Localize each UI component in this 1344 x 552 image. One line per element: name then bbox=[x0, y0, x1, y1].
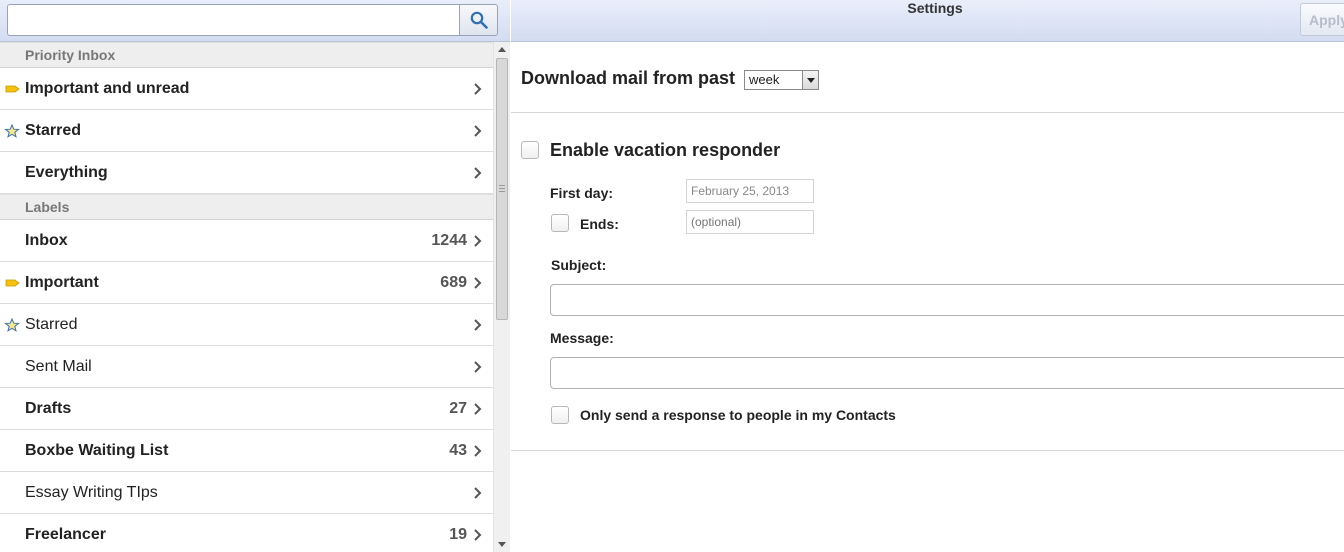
navigation-pane: Priority Inbox Important and unread Star… bbox=[0, 0, 510, 552]
nav-item-drafts[interactable]: Drafts 27 bbox=[0, 388, 493, 430]
search-icon bbox=[470, 11, 488, 29]
nav-item-label: Everything bbox=[25, 164, 108, 181]
label-list: Priority Inbox Important and unread Star… bbox=[0, 42, 493, 552]
page-title: Settings bbox=[907, 0, 963, 16]
chevron-right-icon bbox=[474, 445, 482, 457]
scroll-up-arrow-icon[interactable] bbox=[494, 42, 510, 56]
settings-header: Settings Apply bbox=[511, 0, 1344, 42]
unread-count: 1244 bbox=[431, 232, 467, 249]
download-mail-label: Download mail from past bbox=[521, 68, 736, 88]
nav-item-important-and-unread[interactable]: Important and unread bbox=[0, 68, 493, 110]
ends-input[interactable] bbox=[686, 210, 814, 234]
scrollbar-thumb[interactable] bbox=[496, 58, 508, 320]
download-period-value: week bbox=[749, 72, 780, 87]
chevron-right-icon bbox=[474, 125, 482, 137]
contacts-only-checkbox[interactable] bbox=[551, 406, 569, 424]
ends-checkbox[interactable] bbox=[551, 214, 569, 232]
dropdown-arrow-icon bbox=[802, 71, 818, 89]
nav-item-important[interactable]: Important 689 bbox=[0, 262, 493, 304]
section-divider bbox=[511, 450, 1344, 451]
nav-item-label: Important bbox=[25, 274, 99, 291]
chevron-right-icon bbox=[474, 277, 482, 289]
first-day-label: First day: bbox=[550, 185, 614, 201]
contacts-only-label: Only send a response to people in my Con… bbox=[580, 407, 896, 423]
chevron-right-icon bbox=[474, 361, 482, 373]
chevron-right-icon bbox=[474, 167, 482, 179]
nav-item-label: Inbox bbox=[25, 232, 68, 249]
section-header-priority-inbox: Priority Inbox bbox=[0, 42, 493, 68]
vacation-responder-label: Enable vacation responder bbox=[550, 140, 781, 160]
important-tag-icon bbox=[5, 85, 20, 93]
nav-item-essay-writing-tips[interactable]: Essay Writing TIps bbox=[0, 472, 493, 514]
nav-item-label: Starred bbox=[25, 316, 78, 333]
subject-field[interactable] bbox=[550, 284, 1344, 316]
vacation-responder-checkbox[interactable] bbox=[521, 141, 539, 159]
star-icon bbox=[4, 318, 20, 332]
nav-item-starred[interactable]: Starred bbox=[0, 304, 493, 346]
chevron-right-icon bbox=[474, 403, 482, 415]
message-label: Message: bbox=[550, 330, 614, 346]
nav-item-inbox[interactable]: Inbox 1244 bbox=[0, 220, 493, 262]
subject-label: Subject: bbox=[551, 257, 607, 273]
scroll-down-arrow-icon[interactable] bbox=[494, 538, 510, 552]
important-tag-icon bbox=[5, 279, 20, 287]
star-icon bbox=[4, 124, 20, 138]
nav-scrollbar[interactable] bbox=[493, 42, 510, 552]
unread-count: 19 bbox=[449, 526, 467, 543]
grip-icon bbox=[499, 185, 505, 193]
search-input[interactable] bbox=[7, 4, 460, 36]
chevron-right-icon bbox=[474, 529, 482, 541]
chevron-right-icon bbox=[474, 83, 482, 95]
nav-item-boxbe-waiting-list[interactable]: Boxbe Waiting List 43 bbox=[0, 430, 493, 472]
first-day-input[interactable] bbox=[686, 179, 814, 203]
nav-item-label: Starred bbox=[25, 122, 82, 139]
nav-item-label: Important and unread bbox=[25, 80, 190, 97]
search-bar bbox=[0, 0, 510, 42]
unread-count: 689 bbox=[440, 274, 467, 291]
unread-count: 43 bbox=[449, 442, 467, 459]
nav-item-label: Essay Writing TIps bbox=[25, 484, 158, 501]
nav-item-label: Boxbe Waiting List bbox=[25, 442, 169, 459]
nav-item-starred-priority[interactable]: Starred bbox=[0, 110, 493, 152]
unread-count: 27 bbox=[449, 400, 467, 417]
nav-item-freelancer[interactable]: Freelancer 19 bbox=[0, 514, 493, 552]
nav-item-label: Freelancer bbox=[25, 526, 106, 543]
nav-item-label: Drafts bbox=[25, 400, 72, 417]
message-field[interactable] bbox=[550, 357, 1344, 389]
chevron-right-icon bbox=[474, 487, 482, 499]
section-divider bbox=[511, 112, 1344, 113]
chevron-right-icon bbox=[474, 235, 482, 247]
ends-label: Ends: bbox=[580, 216, 619, 232]
download-period-select[interactable]: week bbox=[744, 70, 819, 90]
chevron-right-icon bbox=[474, 319, 482, 331]
nav-item-everything[interactable]: Everything bbox=[0, 152, 493, 194]
apply-button[interactable]: Apply bbox=[1300, 3, 1344, 36]
section-header-labels: Labels bbox=[0, 194, 493, 220]
settings-pane: Settings Apply Download mail from past w… bbox=[511, 0, 1344, 552]
nav-item-label: Sent Mail bbox=[25, 358, 92, 375]
search-button[interactable] bbox=[459, 4, 498, 36]
nav-item-sent-mail[interactable]: Sent Mail bbox=[0, 346, 493, 388]
